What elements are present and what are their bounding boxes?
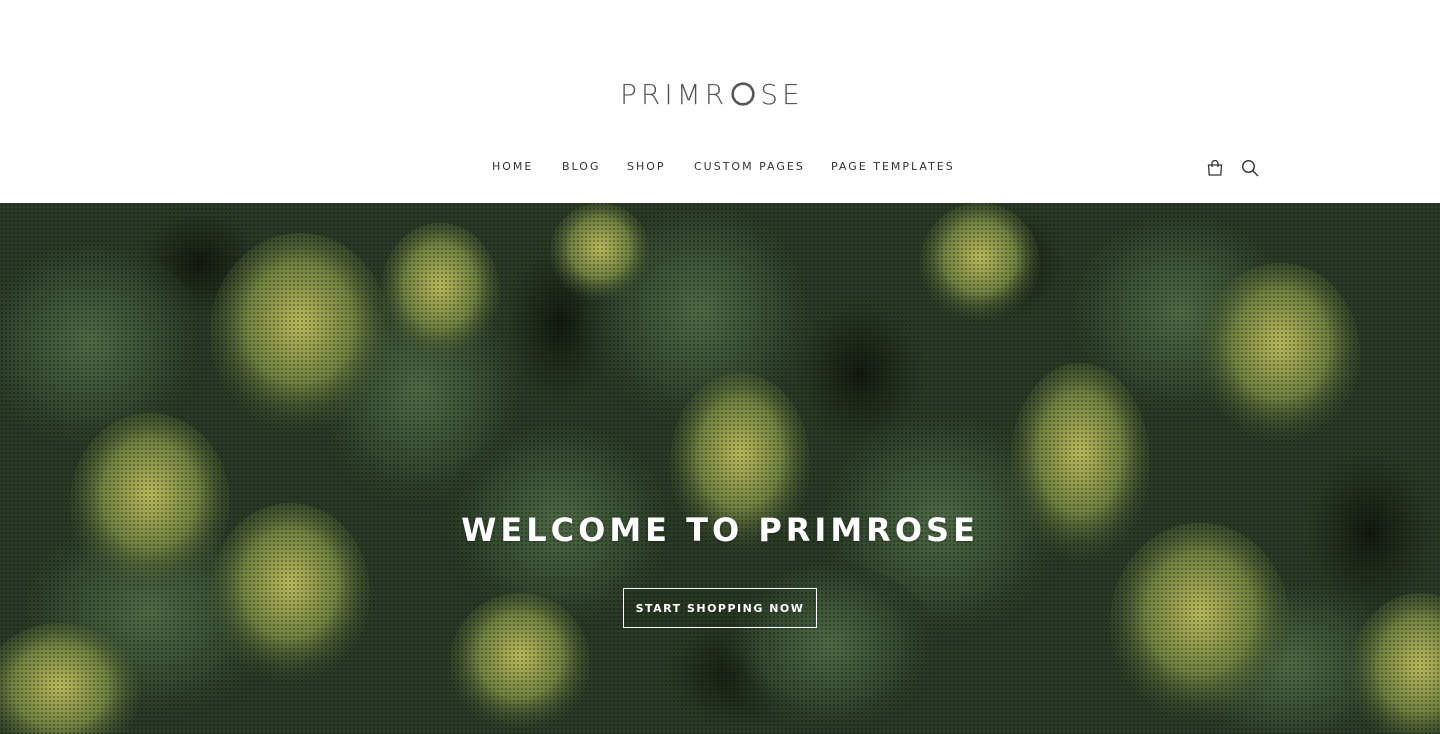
nav-item-custom-pages[interactable]: CUSTOM PAGES (694, 160, 805, 173)
site-logo[interactable]: PRIMR SE (620, 77, 804, 111)
hero-title: WELCOME TO PRIMROSE (461, 511, 979, 549)
logo-text-end: SE (760, 77, 804, 111)
shopping-bag-icon[interactable] (1205, 158, 1225, 178)
nav-item-page-templates[interactable]: PAGE TEMPLATES (831, 160, 955, 173)
nav-item-home[interactable]: HOME (492, 160, 533, 173)
forest-background-image (0, 203, 1440, 734)
site-header: PRIMR SE HOME BLOG SHOP CUSTOM PAGES PAG… (0, 0, 1440, 203)
start-shopping-button[interactable]: START SHOPPING NOW (623, 588, 817, 628)
nav-item-blog[interactable]: BLOG (562, 160, 600, 173)
hero-banner: WELCOME TO PRIMROSE START SHOPPING NOW (0, 203, 1440, 734)
rose-outline-icon (729, 80, 757, 108)
logo-text-start: PRIMR (620, 77, 729, 111)
search-icon[interactable] (1240, 158, 1260, 178)
nav-item-shop[interactable]: SHOP (627, 160, 666, 173)
